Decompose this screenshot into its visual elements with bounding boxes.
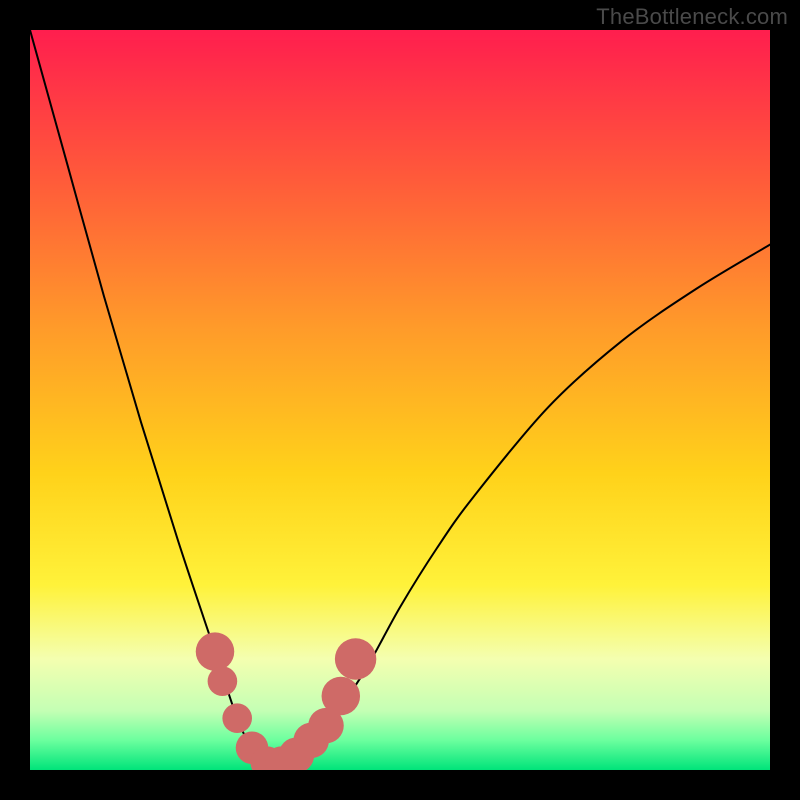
- gradient-background: [30, 30, 770, 770]
- watermark-text: TheBottleneck.com: [596, 4, 788, 30]
- chart-frame: TheBottleneck.com: [0, 0, 800, 800]
- plot-area: [30, 30, 770, 770]
